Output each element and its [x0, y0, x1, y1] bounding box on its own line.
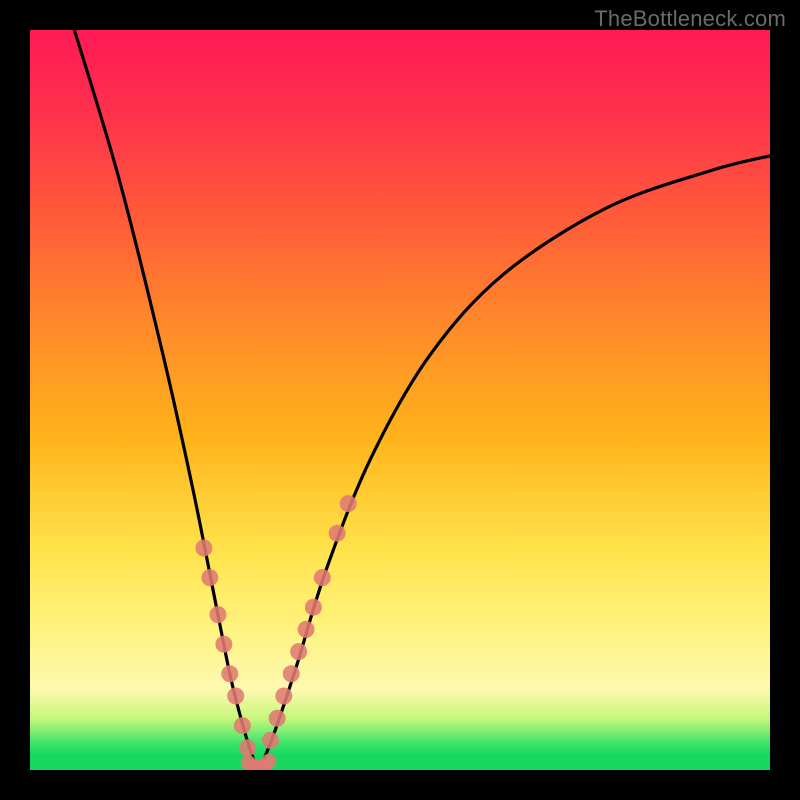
curve-marker [290, 643, 307, 660]
curve-marker [305, 599, 322, 616]
curve-left-branch [74, 30, 259, 770]
curve-marker [298, 621, 315, 638]
curve-marker [340, 495, 357, 512]
curve-marker [201, 569, 218, 586]
curve-marker [283, 665, 300, 682]
plot-gradient-area [30, 30, 770, 770]
curve-marker [227, 688, 244, 705]
curve-marker [209, 606, 226, 623]
curve-marker [314, 569, 331, 586]
watermark-text: TheBottleneck.com [594, 6, 786, 32]
bottleneck-curve-svg [30, 30, 770, 770]
curve-marker [221, 665, 238, 682]
curve-marker [269, 710, 286, 727]
curve-marker [262, 754, 277, 769]
curve-marker [329, 525, 346, 542]
curve-marker [262, 732, 279, 749]
curve-marker [234, 717, 251, 734]
curve-marker [195, 540, 212, 557]
curve-marker [275, 688, 292, 705]
curve-marker [239, 739, 256, 756]
curve-right-branch [259, 156, 770, 770]
outer-frame: TheBottleneck.com [0, 0, 800, 800]
curve-marker [215, 636, 232, 653]
